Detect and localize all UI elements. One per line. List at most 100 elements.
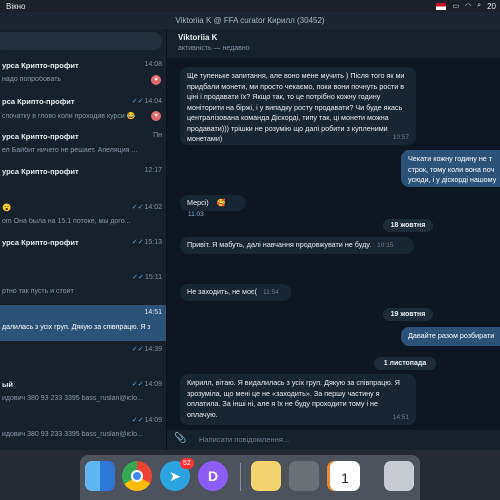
chat-list-item[interactable]: урса Крипто-профит 12:17 xyxy=(0,163,166,199)
chrome-icon[interactable] xyxy=(122,461,152,491)
message-incoming[interactable]: Кирилл, вітаю. Я видалилась з усіх груп.… xyxy=(180,374,416,425)
chat-status: активність — недавно xyxy=(178,45,250,52)
message-text: Давайте разом розбирати xyxy=(408,331,495,340)
chat-preview: om Она была на 15.1 потоке, мы дого... xyxy=(2,218,131,225)
chat-name: урса Крипто-профит xyxy=(2,132,79,141)
menu-bar: Вікно ▭ ◠ ⌕ 20 xyxy=(0,0,500,12)
chat-list-item[interactable]: 14:51 далилась з усіх груп. Дякую за спів… xyxy=(0,305,166,341)
message-incoming[interactable]: Мерсі) 🥰 11:03 xyxy=(180,195,246,218)
message-outgoing[interactable]: Давайте разом розбирати xyxy=(401,327,500,346)
battery-icon[interactable]: ▭ xyxy=(452,2,459,10)
chat-list-item[interactable]: урса Крипто-профит Пн ел Байбит ничего не … xyxy=(0,128,166,164)
chat-name: рса Крипто-профит xyxy=(2,97,75,106)
message-text: Не заходить, не моє( xyxy=(187,287,258,296)
chat-time-text: 15:13 xyxy=(144,239,162,246)
message-emoji: 🥰 xyxy=(216,198,226,207)
chat-time: ✓✓14:04 xyxy=(132,97,162,105)
finder-icon[interactable] xyxy=(85,461,115,491)
chat-time: ✓✓14:39 xyxy=(132,345,162,353)
date-separator: 19 жовтня xyxy=(383,308,433,321)
search-icon[interactable]: ⌕ xyxy=(477,2,481,10)
chat-list-item[interactable]: ✓✓14:09 идович 380 93 233 3395 bass_rusla… xyxy=(0,412,166,448)
clock[interactable]: 20 xyxy=(487,2,496,11)
chat-name: 😮 xyxy=(2,203,12,212)
message-time: 11:54 xyxy=(263,289,279,296)
chat-list-item[interactable]: рса Крипто-профит ✓✓14:04 спочатку в глово… xyxy=(0,93,166,129)
message-text: Чекати кожну годину не т строк, тому кол… xyxy=(408,154,497,184)
app-icon[interactable]: D xyxy=(198,461,228,491)
chat-list-item[interactable]: 😮 ✓✓14:02 om Она была на 15.1 потоке, мы д… xyxy=(0,199,166,235)
heart-icon: ♥ xyxy=(151,75,161,85)
chat-name: урса Крипто-профит xyxy=(2,167,79,176)
message-time: 10:57 xyxy=(392,133,409,141)
chat-time-text: 14:51 xyxy=(144,309,162,316)
chat-time: ✓✓14:09 xyxy=(132,380,162,388)
message-incoming[interactable]: Не заходить, не моє( 11:54 xyxy=(180,284,291,301)
chat-name: ый xyxy=(2,380,14,389)
attach-icon[interactable]: 📎 xyxy=(174,433,186,444)
chat-preview: идович 380 93 233 3395 bass_ruslan@iclo.… xyxy=(2,395,143,402)
chat-panel: Viktoriia K активність — недавно Ще тупе… xyxy=(167,29,500,450)
chat-title: Viktoriia K xyxy=(178,33,218,42)
chat-header[interactable]: Viktoriia K активність — недавно xyxy=(167,29,500,58)
notes-icon[interactable] xyxy=(251,461,281,491)
chat-time: Пн xyxy=(153,132,162,139)
read-ticks-icon: ✓✓ xyxy=(131,204,144,211)
message-text: Мерсі) xyxy=(187,198,209,207)
read-ticks-icon: ✓✓ xyxy=(131,239,144,246)
chat-time: ✓✓14:09 xyxy=(132,416,162,424)
chat-name: урса Крипто-профит xyxy=(2,61,79,70)
message-input[interactable]: Написати повідомлення... xyxy=(199,435,289,444)
flag-icon[interactable] xyxy=(436,2,447,10)
chrome-center-icon xyxy=(131,470,143,482)
chat-time: ✓✓14:02 xyxy=(132,203,162,211)
chat-time-text: 12:17 xyxy=(144,167,162,174)
message-text: Кирилл, вітаю. Я видалилась з усіх груп.… xyxy=(187,378,400,419)
chat-list-item[interactable]: урса Крипто-профит 14:08 надо попробовать ♥ xyxy=(0,57,166,93)
chat-time-text: 14:09 xyxy=(144,381,162,388)
date-separator: 18 жовтня xyxy=(383,219,433,232)
chat-time: 14:08 xyxy=(144,61,162,68)
calendar-icon[interactable]: 1 xyxy=(330,461,360,491)
dock-separator xyxy=(240,463,241,491)
read-ticks-icon: ✓✓ xyxy=(131,346,144,353)
telegram-badge: 52 xyxy=(180,458,194,469)
message-input-bar: 📎 Написати повідомлення... xyxy=(167,430,500,450)
message-incoming[interactable]: Привіт. Я мабуть, далі навчання продовжу… xyxy=(180,237,414,254)
message-outgoing[interactable]: Чекати кожну годину не т строк, тому кол… xyxy=(401,150,500,187)
menu-bar-status: ▭ ◠ ⌕ 20 xyxy=(436,0,496,12)
chat-preview: далилась з усіх груп. Дякую за співпрацю… xyxy=(2,324,150,331)
chat-time: 12:17 xyxy=(144,167,162,174)
date-separator: 1 листопада xyxy=(374,357,436,370)
menu-item-window[interactable]: Вікно xyxy=(6,2,25,11)
chat-name: урса Крипто-профит xyxy=(2,238,79,247)
chat-preview: идович 380 93 233 3395 bass_ruslan@iclo.… xyxy=(2,431,143,438)
message-time: 10:15 xyxy=(377,242,394,249)
chat-list-item[interactable]: урса Крипто-профит ✓✓15:13 xyxy=(0,234,166,270)
read-ticks-icon: ✓✓ xyxy=(132,274,144,281)
wifi-icon[interactable]: ◠ xyxy=(465,2,471,10)
message-time: 14:51 xyxy=(392,413,409,421)
calculator-icon[interactable] xyxy=(289,461,319,491)
trash-icon[interactable] xyxy=(384,461,414,491)
chat-time-text: 14:04 xyxy=(144,98,162,105)
chat-time-text: 14:09 xyxy=(144,417,162,424)
read-ticks-icon: ✓✓ xyxy=(131,381,144,388)
message-text: Ще тупеньке запитання, але воно мене муч… xyxy=(187,71,405,143)
message-time: 11:03 xyxy=(188,210,204,218)
read-ticks-icon: ✓✓ xyxy=(131,417,144,424)
chat-preview: надо попробовать xyxy=(2,76,62,83)
chat-time: 14:51 xyxy=(144,309,162,316)
chat-time: ✓✓15:11 xyxy=(132,273,162,281)
message-incoming[interactable]: Ще тупеньке запитання, але воно мене муч… xyxy=(180,67,416,145)
chat-list-sidebar: урса Крипто-профит 14:08 надо попробовать ♥… xyxy=(0,29,167,450)
message-text: Привіт. Я мабуть, далі навчання продовжу… xyxy=(187,240,372,249)
chat-list-item[interactable]: ый ✓✓14:09 идович 380 93 233 3395 bass_rus… xyxy=(0,376,166,412)
window-title: Viktoriia K @ FFA curator Кирилл (30452) xyxy=(0,12,500,29)
chat-list-item[interactable]: ✓✓15:11 ртно так пусть и стоит xyxy=(0,269,166,305)
search-input[interactable] xyxy=(0,32,162,50)
chat-time-text: 14:02 xyxy=(144,204,162,211)
chat-preview: ртно так пусть и стоит xyxy=(2,288,74,295)
read-ticks-icon: ✓✓ xyxy=(131,98,144,105)
chat-list-item[interactable]: ✓✓14:39 xyxy=(0,341,166,377)
